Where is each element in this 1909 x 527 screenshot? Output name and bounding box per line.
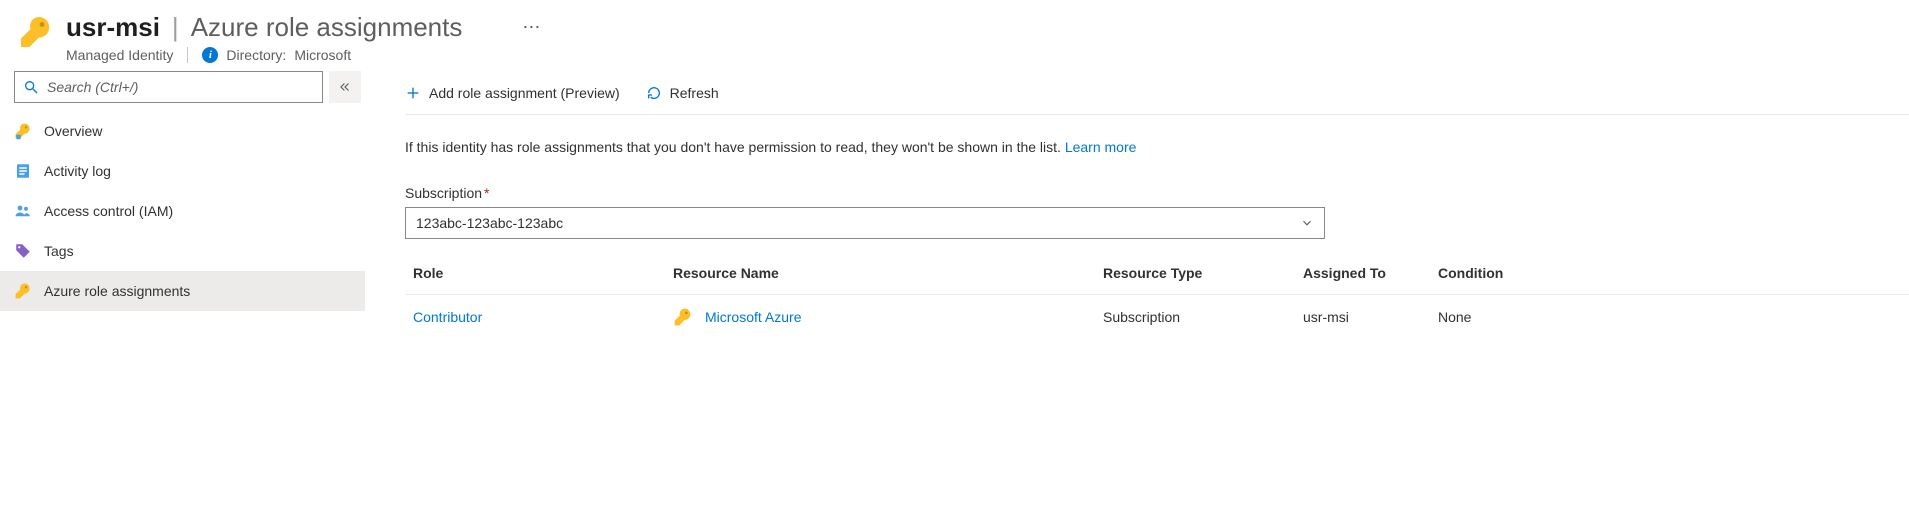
resource-name-cell: Microsoft Azure [665,307,1095,327]
sidebar-item-label: Activity log [44,163,111,179]
assigned-to-cell: usr-msi [1295,309,1430,325]
search-icon [23,79,39,95]
column-header-resource-name[interactable]: Resource Name [665,265,1095,281]
required-indicator: * [484,185,489,201]
sidebar-item-label: Overview [44,123,102,139]
permission-notice: If this identity has role assignments th… [405,115,1909,155]
resource-name: usr-msi [66,12,160,43]
directory-label: Directory: [226,47,286,63]
info-icon[interactable]: i [202,47,218,63]
log-icon [14,162,32,180]
key-icon [18,14,54,50]
search-input[interactable] [47,79,314,95]
table-row: Contributor Microsoft Azure Subscription… [405,295,1909,339]
resource-type-cell: Subscription [1095,309,1295,325]
sidebar-item-activity-log[interactable]: Activity log [0,151,365,191]
toolbar-button-label: Refresh [670,85,719,101]
directory-value: Microsoft [294,47,351,63]
collapse-sidebar-button[interactable] [329,71,361,103]
sidebar-item-tags[interactable]: Tags [0,231,365,271]
column-header-role[interactable]: Role [405,265,665,281]
refresh-icon [646,85,662,101]
key-icon [14,282,32,300]
sidebar: Overview Activity log Access control (IA… [0,71,365,339]
toolbar-button-label: Add role assignment (Preview) [429,85,620,101]
sidebar-item-label: Access control (IAM) [44,203,173,219]
title-separator: | [172,12,179,43]
column-header-resource-type[interactable]: Resource Type [1095,265,1295,281]
toolbar: Add role assignment (Preview) Refresh [405,71,1909,115]
plus-icon [405,85,421,101]
sidebar-item-label: Tags [44,243,74,259]
column-header-condition[interactable]: Condition [1430,265,1570,281]
sidebar-item-label: Azure role assignments [44,283,190,299]
notice-text: If this identity has role assignments th… [405,139,1061,155]
add-role-assignment-button[interactable]: Add role assignment (Preview) [405,85,620,101]
more-actions-button[interactable]: ⋯ [514,13,548,42]
sidebar-item-access-control[interactable]: Access control (IAM) [0,191,365,231]
main-content: Add role assignment (Preview) Refresh If… [365,71,1909,339]
sidebar-item-overview[interactable]: Overview [0,111,365,151]
sidebar-nav: Overview Activity log Access control (IA… [0,111,365,311]
sidebar-search[interactable] [14,71,323,103]
key-icon [673,307,693,327]
subscription-label: Subscription [405,185,482,201]
learn-more-link[interactable]: Learn more [1065,139,1137,155]
tag-icon [14,242,32,260]
subscription-value: 123abc-123abc-123abc [416,215,563,231]
condition-cell: None [1430,309,1570,325]
sidebar-item-role-assignments[interactable]: Azure role assignments [0,271,365,311]
refresh-button[interactable]: Refresh [646,85,719,101]
resource-type-label: Managed Identity [66,47,173,63]
column-header-assigned-to[interactable]: Assigned To [1295,265,1430,281]
subscription-field: Subscription* 123abc-123abc-123abc [405,185,1325,239]
role-assignments-table: Role Resource Name Resource Type Assigne… [405,251,1909,339]
people-icon [14,202,32,220]
chevrons-left-icon [338,80,352,94]
table-header: Role Resource Name Resource Type Assigne… [405,251,1909,295]
page-title: Azure role assignments [191,12,463,43]
chevron-down-icon [1300,216,1314,230]
page-header: usr-msi | Azure role assignments ⋯ Manag… [0,0,1909,71]
divider [187,47,188,63]
resource-name-link[interactable]: Microsoft Azure [705,309,801,325]
subscription-dropdown[interactable]: 123abc-123abc-123abc [405,207,1325,239]
role-link[interactable]: Contributor [405,309,665,325]
key-icon [14,122,32,140]
